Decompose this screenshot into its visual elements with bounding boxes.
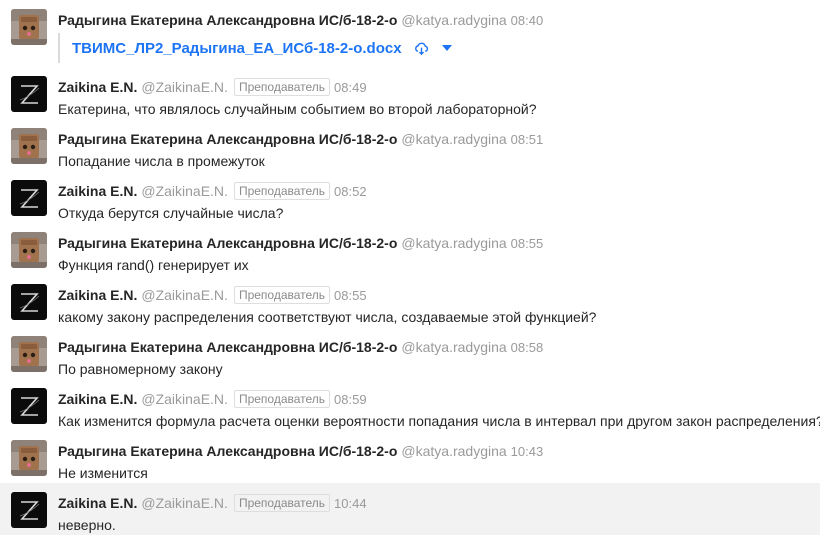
- message-header: Zaikina E.N. @ZaikinaE.N. Преподаватель 08:…: [58, 78, 367, 97]
- avatar[interactable]: [11, 440, 47, 476]
- author-name[interactable]: Радыгина Екатерина Александровна ИС/б-18…: [58, 339, 397, 355]
- message-feed: Радыгина Екатерина Александровна ИС/б-18…: [0, 0, 820, 542]
- author-username[interactable]: @katya.radygina: [401, 235, 506, 251]
- author-name[interactable]: Zaikina E.N.: [58, 391, 137, 407]
- message-text: Попадание числа в промежуток: [58, 153, 265, 169]
- author-username[interactable]: @ZaikinaE.N.: [141, 183, 228, 199]
- author-username[interactable]: @ZaikinaE.N.: [141, 391, 228, 407]
- message-text: Откуда берутся случайные числа?: [58, 205, 284, 221]
- message-text: неверно.: [58, 517, 116, 533]
- message-time: 08:55: [510, 236, 544, 251]
- message-header: Радыгина Екатерина Александровна ИС/б-18…: [58, 442, 543, 461]
- author-name[interactable]: Zaikina E.N.: [58, 287, 137, 303]
- author-username[interactable]: @katya.radygina: [401, 443, 506, 459]
- message-header: Zaikina E.N. @ZaikinaE.N. Преподаватель 08:…: [58, 390, 367, 409]
- message[interactable]: Радыгина Екатерина Александровна ИС/б-18…: [0, 327, 820, 379]
- message-header: Радыгина Екатерина Александровна ИС/б-18…: [58, 11, 543, 30]
- avatar[interactable]: [11, 284, 47, 320]
- caret-down-icon[interactable]: [441, 44, 453, 52]
- avatar[interactable]: [11, 180, 47, 216]
- author-username[interactable]: @katya.radygina: [401, 339, 506, 355]
- avatar[interactable]: [11, 388, 47, 424]
- author-name[interactable]: Радыгина Екатерина Александровна ИС/б-18…: [58, 235, 397, 251]
- author-username[interactable]: @ZaikinaE.N.: [141, 495, 228, 511]
- message-text: Как изменится формула расчета оценки вер…: [58, 413, 820, 429]
- author-name[interactable]: Zaikina E.N.: [58, 79, 137, 95]
- message-time: 08:52: [334, 184, 367, 199]
- cloud-download-icon[interactable]: [414, 41, 429, 56]
- author-name[interactable]: Радыгина Екатерина Александровна ИС/б-18…: [58, 131, 397, 147]
- author-username[interactable]: @katya.radygina: [401, 131, 506, 147]
- avatar[interactable]: [11, 232, 47, 268]
- message[interactable]: Zaikina E.N. @ZaikinaE.N. Преподаватель 08:…: [0, 67, 820, 119]
- message-time: 08:49: [334, 80, 367, 95]
- role-badge: Преподаватель: [233, 494, 331, 512]
- message-time: 08:40: [510, 13, 544, 28]
- role-badge: Преподаватель: [233, 78, 331, 96]
- message-header: Zaikina E.N. @ZaikinaE.N. Преподаватель 10:…: [58, 494, 367, 513]
- message-header: Радыгина Екатерина Александровна ИС/б-18…: [58, 338, 543, 357]
- role-badge: Преподаватель: [233, 390, 331, 408]
- message-time: 08:55: [334, 288, 367, 303]
- message[interactable]: Zaikina E.N. @ZaikinaE.N. Преподаватель 08:…: [0, 171, 820, 223]
- avatar[interactable]: [11, 492, 47, 528]
- message-header: Zaikina E.N. @ZaikinaE.N. Преподаватель 08:…: [58, 182, 367, 201]
- avatar[interactable]: [11, 9, 47, 45]
- file-link[interactable]: ТВИМС_ЛР2_Радыгина_ЕА_ИСб-18-2-о.docx: [72, 40, 402, 57]
- message-header: Zaikina E.N. @ZaikinaE.N. Преподаватель 08:…: [58, 286, 367, 305]
- message[interactable]: Радыгина Екатерина Александровна ИС/б-18…: [0, 0, 820, 67]
- author-name[interactable]: Радыгина Екатерина Александровна ИС/б-18…: [58, 443, 397, 459]
- role-badge: Преподаватель: [233, 182, 331, 200]
- message-time: 08:51: [510, 132, 544, 147]
- message[interactable]: Радыгина Екатерина Александровна ИС/б-18…: [0, 223, 820, 275]
- role-badge: Преподаватель: [233, 286, 331, 304]
- message-header: Радыгина Екатерина Александровна ИС/б-18…: [58, 130, 543, 149]
- message[interactable]: Радыгина Екатерина Александровна ИС/б-18…: [0, 119, 820, 171]
- message-text: Не изменится: [58, 465, 148, 481]
- avatar[interactable]: [11, 76, 47, 112]
- message[interactable]: Zaikina E.N. @ZaikinaE.N. Преподаватель 10:…: [0, 483, 820, 535]
- message-time: 10:43: [510, 444, 544, 459]
- author-username[interactable]: @katya.radygina: [401, 12, 506, 28]
- message-time: 10:44: [334, 496, 367, 511]
- author-name[interactable]: Zaikina E.N.: [58, 495, 137, 511]
- avatar[interactable]: [11, 128, 47, 164]
- message[interactable]: Zaikina E.N. @ZaikinaE.N. Преподаватель 08:…: [0, 275, 820, 327]
- message-text: Екатерина, что являлось случайным событи…: [58, 101, 537, 117]
- author-username[interactable]: @ZaikinaE.N.: [141, 79, 228, 95]
- message-text: какому закону распределения соответствую…: [58, 309, 597, 325]
- message-text: Функция rand() генерирует их: [58, 257, 249, 273]
- author-name[interactable]: Радыгина Екатерина Александровна ИС/б-18…: [58, 12, 397, 28]
- message[interactable]: Радыгина Екатерина Александровна ИС/б-18…: [0, 431, 820, 483]
- author-name[interactable]: Zaikina E.N.: [58, 183, 137, 199]
- author-username[interactable]: @ZaikinaE.N.: [141, 287, 228, 303]
- message-time: 08:59: [334, 392, 367, 407]
- avatar[interactable]: [11, 336, 47, 372]
- message[interactable]: Zaikina E.N. @ZaikinaE.N. Преподаватель 08:…: [0, 379, 820, 431]
- file-attachment: ТВИМС_ЛР2_Радыгина_ЕА_ИСб-18-2-о.docx: [58, 33, 453, 63]
- message-header: Радыгина Екатерина Александровна ИС/б-18…: [58, 234, 543, 253]
- message-time: 08:58: [510, 340, 544, 355]
- message-text: По равномерному закону: [58, 361, 223, 377]
